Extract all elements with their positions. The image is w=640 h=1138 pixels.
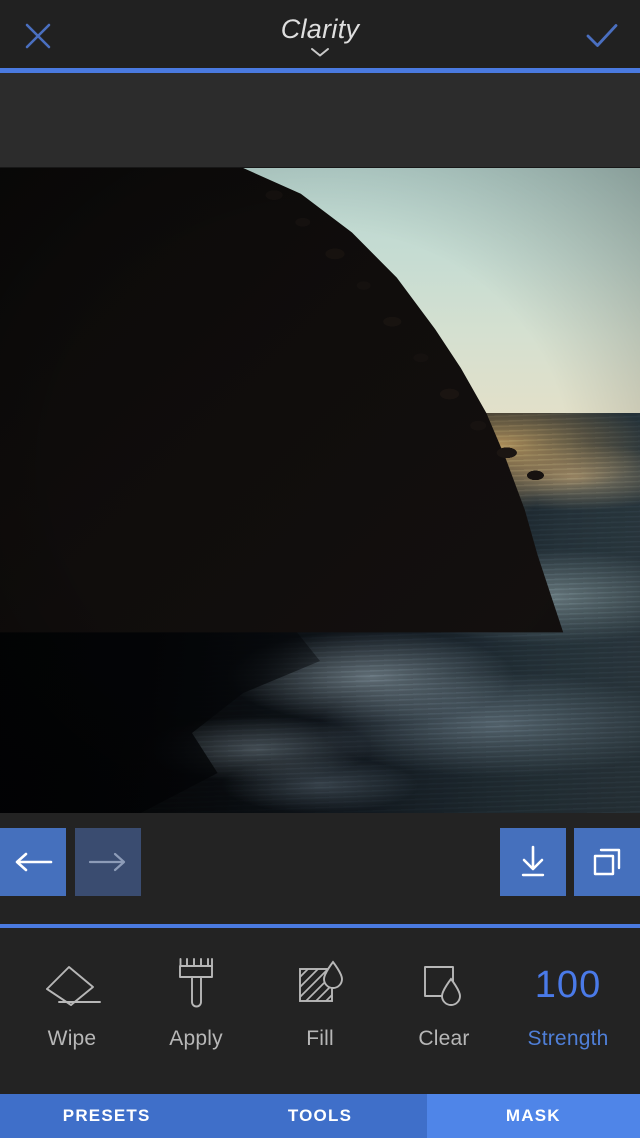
- mask-strength-control[interactable]: 100 Strength: [511, 957, 625, 1051]
- mask-tool-apply[interactable]: Apply: [139, 957, 253, 1051]
- close-x-icon: [25, 23, 51, 49]
- save-button[interactable]: [500, 828, 566, 896]
- chevron-down-icon[interactable]: [309, 46, 331, 58]
- tab-mask[interactable]: MASK: [426, 1094, 640, 1138]
- action-bar: [0, 813, 640, 928]
- mask-tool-label: Wipe: [47, 1027, 97, 1050]
- preset-strip-panel: [0, 70, 640, 168]
- arrow-right-icon: [88, 852, 126, 872]
- copy-icon: [593, 848, 621, 876]
- paintbrush-icon: [167, 957, 225, 1013]
- mask-toolbar: Wipe Apply Fill Clear 100 Strength: [0, 928, 640, 1094]
- undo-button[interactable]: [0, 828, 66, 896]
- header-accent-rule: [0, 68, 640, 73]
- tool-title-wrap: Clarity: [0, 13, 640, 58]
- mask-tool-label: Fill: [306, 1027, 334, 1050]
- mask-tool-wipe[interactable]: Wipe: [15, 957, 129, 1051]
- tab-presets[interactable]: PRESETS: [0, 1094, 214, 1138]
- bottom-tab-bar: PRESETS TOOLS MASK: [0, 1094, 640, 1138]
- page-title: Clarity: [280, 14, 360, 44]
- duplicate-button[interactable]: [574, 828, 640, 896]
- download-icon: [521, 845, 545, 877]
- fill-droplet-icon: [291, 957, 349, 1013]
- mask-tool-label: Clear: [418, 1027, 470, 1050]
- clear-droplet-icon: [415, 957, 473, 1013]
- mask-tool-clear[interactable]: Clear: [387, 957, 501, 1051]
- checkmark-icon: [586, 24, 618, 47]
- arrow-left-icon: [15, 852, 53, 872]
- eraser-icon: [39, 957, 105, 1013]
- photo-vignette: [0, 168, 640, 813]
- mask-tool-fill[interactable]: Fill: [263, 957, 377, 1051]
- editor-header: Clarity: [0, 0, 640, 73]
- redo-button[interactable]: [75, 828, 141, 896]
- confirm-button[interactable]: [582, 18, 622, 54]
- photo-editor-app: Clarity Wipe Apply Fill Clear 100 Streng…: [0, 0, 640, 1138]
- strength-value: 100: [534, 963, 602, 1006]
- close-button[interactable]: [20, 18, 56, 54]
- strength-label: Strength: [527, 1027, 609, 1050]
- mask-tool-label: Apply: [169, 1027, 223, 1050]
- photo-canvas[interactable]: [0, 168, 640, 813]
- tab-tools[interactable]: TOOLS: [213, 1094, 427, 1138]
